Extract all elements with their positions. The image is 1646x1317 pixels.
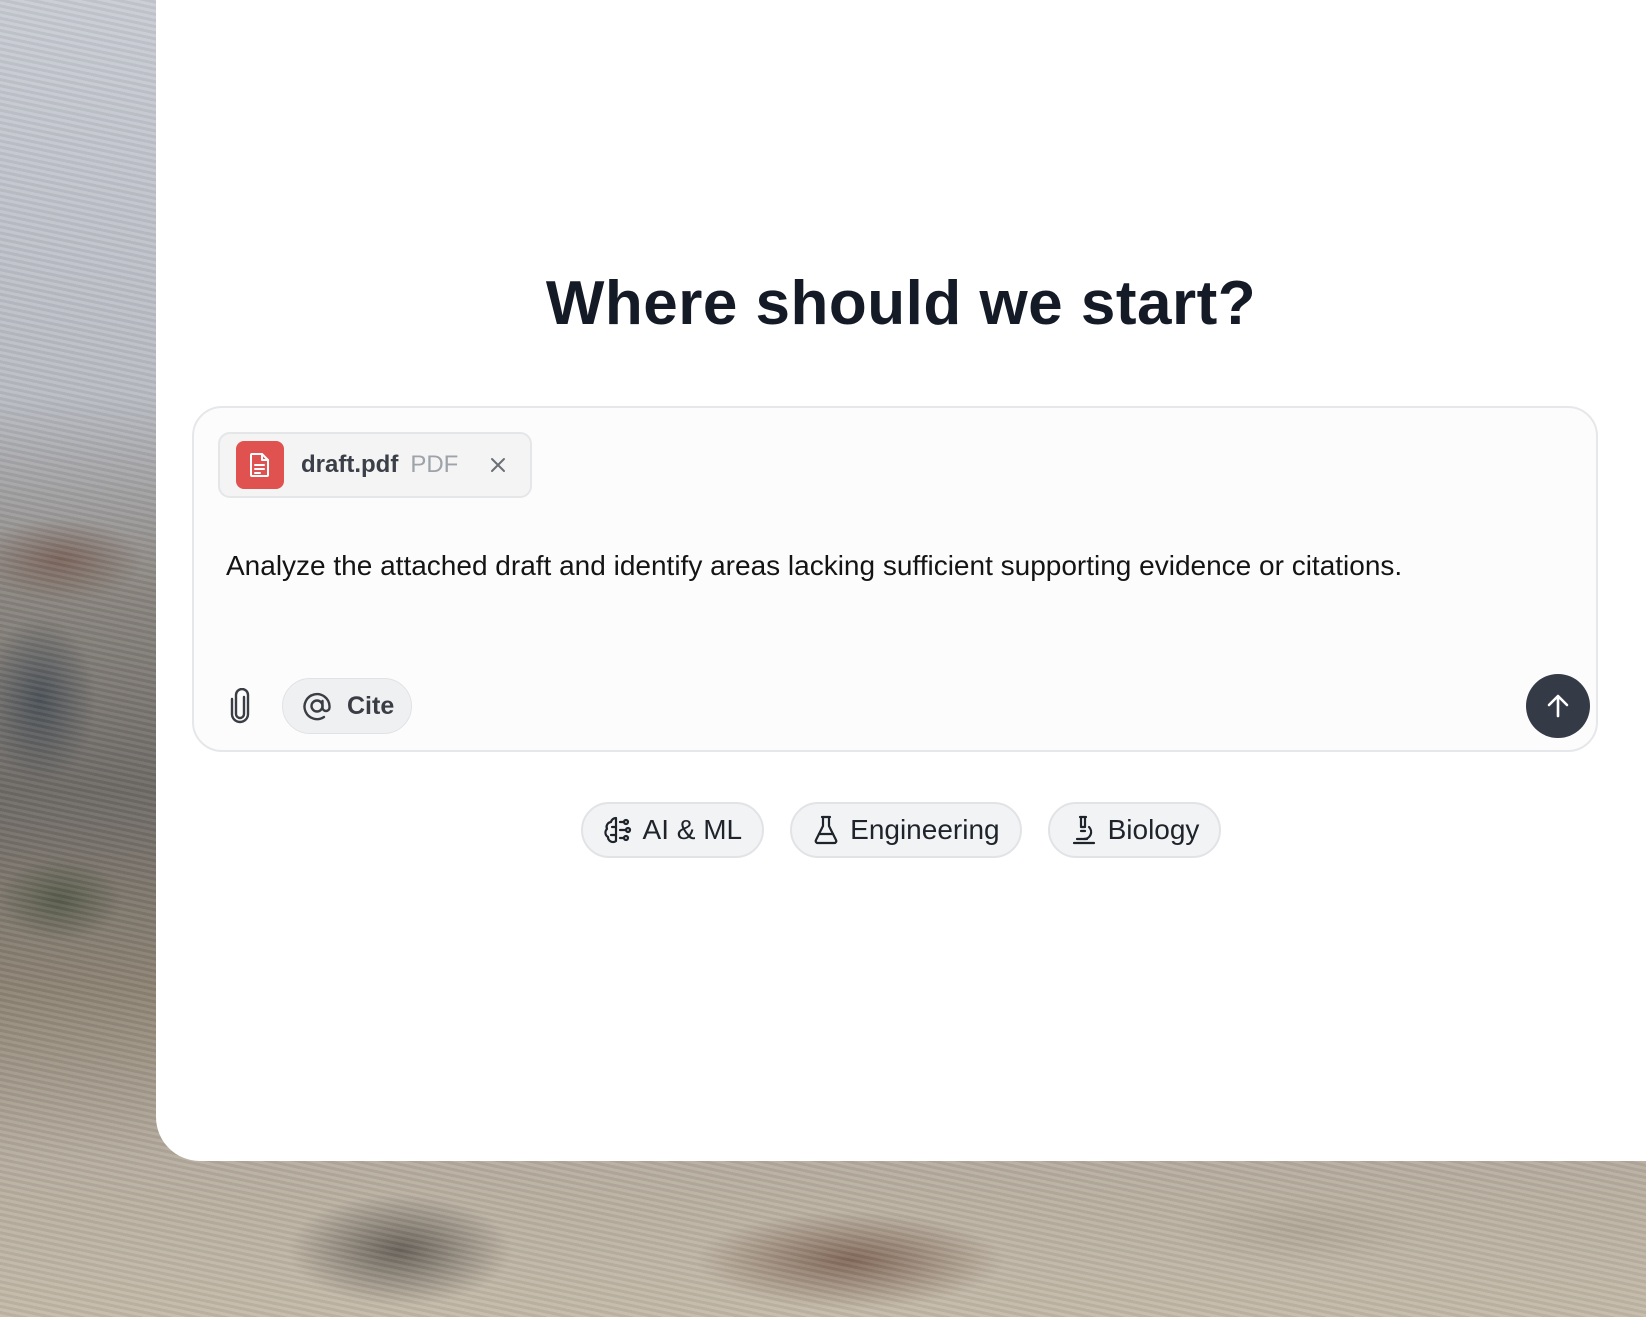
at-sign-icon (303, 692, 331, 721)
main-panel: Where should we start? draft.pdf PDF Ana… (156, 0, 1646, 1161)
suggestion-engineering[interactable]: Engineering (790, 802, 1022, 858)
microscope-icon (1072, 815, 1095, 845)
suggestion-chips: AI & ML Engineering Biology (156, 802, 1646, 858)
suggestion-label: AI & ML (642, 814, 743, 845)
file-text-icon (236, 441, 284, 489)
attachment-chip: draft.pdf PDF (218, 432, 532, 498)
remove-attachment-button[interactable] (486, 453, 510, 477)
flask-icon (814, 815, 838, 845)
suggestion-biology[interactable]: Biology (1047, 802, 1222, 858)
attachment-type: PDF (410, 451, 459, 478)
close-icon (491, 458, 506, 472)
page-title: Where should we start? (545, 269, 1257, 338)
cite-label: Cite (347, 691, 395, 720)
paperclip-icon (230, 688, 250, 724)
prompt-input[interactable]: Analyze the attached draft and identify … (226, 550, 1402, 582)
attach-file-button[interactable] (222, 686, 258, 726)
prompt-composer[interactable]: draft.pdf PDF Analyze the attached draft… (192, 406, 1598, 752)
brain-icon (603, 816, 631, 844)
suggestion-label: Biology (1107, 814, 1200, 845)
arrow-up-icon (1547, 694, 1569, 718)
send-button[interactable] (1526, 674, 1590, 738)
attachment-name: draft.pdf (301, 451, 399, 478)
suggestion-label: Engineering (850, 814, 1000, 845)
cite-button[interactable]: Cite (282, 678, 412, 734)
suggestion-ai-ml[interactable]: AI & ML (580, 802, 765, 858)
